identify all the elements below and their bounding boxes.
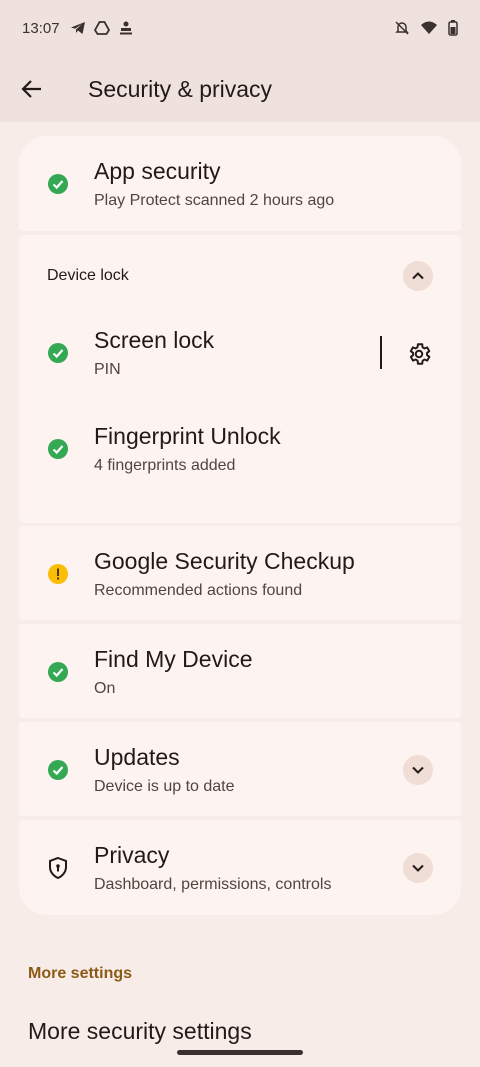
divider [380, 336, 382, 369]
app-security-subtitle: Play Protect scanned 2 hours ago [94, 192, 335, 209]
check-circle-icon [48, 760, 68, 780]
find-my-device-subtitle: On [94, 680, 116, 697]
app-bar: Security & privacy [0, 56, 480, 122]
fingerprint-unlock-item[interactable]: Fingerprint Unlock 4 fingerprints added [19, 411, 461, 487]
mute-icon [395, 21, 409, 35]
updates-item[interactable]: Updates Device is up to date [19, 722, 461, 816]
more-settings-section-label: More settings [28, 965, 133, 982]
google-security-checkup-title: Google Security Checkup [94, 548, 355, 574]
google-security-checkup-item[interactable]: Google Security Checkup Recommended acti… [19, 526, 461, 620]
telegram-icon [70, 22, 85, 34]
screen-lock-title: Screen lock [94, 327, 215, 353]
fingerprint-unlock-title: Fingerprint Unlock [94, 423, 281, 449]
wifi-icon [421, 21, 437, 34]
google-security-checkup-subtitle: Recommended actions found [94, 582, 303, 599]
chevron-down-icon [412, 766, 424, 774]
gear-icon [409, 343, 431, 365]
status-time: 13:07 [22, 19, 60, 37]
page-title: Security & privacy [88, 75, 273, 102]
more-security-settings-item[interactable]: More security settings [28, 1018, 252, 1045]
privacy-subtitle: Dashboard, permissions, controls [94, 876, 332, 893]
expand-privacy-button[interactable] [403, 853, 433, 883]
check-circle-icon [48, 343, 68, 363]
status-bar: 13:07 [0, 0, 480, 56]
privacy-title: Privacy [94, 842, 170, 868]
privacy-item[interactable]: Privacy Dashboard, permissions, controls [19, 820, 461, 915]
updates-subtitle: Device is up to date [94, 778, 235, 795]
chevron-down-icon [412, 864, 424, 872]
expand-updates-button[interactable] [403, 755, 433, 785]
gesture-home-bar[interactable] [177, 1050, 303, 1055]
arrow-back-icon [21, 80, 41, 98]
chevron-up-icon [412, 272, 424, 280]
screen-lock-subtitle: PIN [94, 361, 121, 378]
check-circle-icon [48, 174, 68, 194]
warning-circle-icon [48, 564, 68, 584]
app-security-item[interactable]: App security Play Protect scanned 2 hour… [19, 136, 461, 231]
screen-lock-settings-button[interactable] [402, 337, 436, 371]
shield-icon [49, 856, 67, 880]
device-lock-group: Device lock Screen lock PIN Fingerprint … [19, 235, 461, 523]
updates-title: Updates [94, 744, 180, 770]
fingerprint-unlock-subtitle: 4 fingerprints added [94, 457, 236, 474]
device-lock-header: Device lock [47, 267, 129, 284]
drive-icon [93, 21, 110, 35]
back-button[interactable] [0, 56, 64, 122]
screen-lock-item[interactable]: Screen lock PIN [19, 315, 461, 391]
find-my-device-item[interactable]: Find My Device On [19, 624, 461, 718]
collapse-device-lock-button[interactable] [403, 261, 433, 291]
find-my-device-title: Find My Device [94, 646, 253, 672]
notification-icon [119, 21, 132, 35]
check-circle-icon [48, 439, 68, 459]
battery-icon [448, 20, 458, 36]
check-circle-icon [48, 662, 68, 682]
app-security-title: App security [94, 158, 221, 184]
